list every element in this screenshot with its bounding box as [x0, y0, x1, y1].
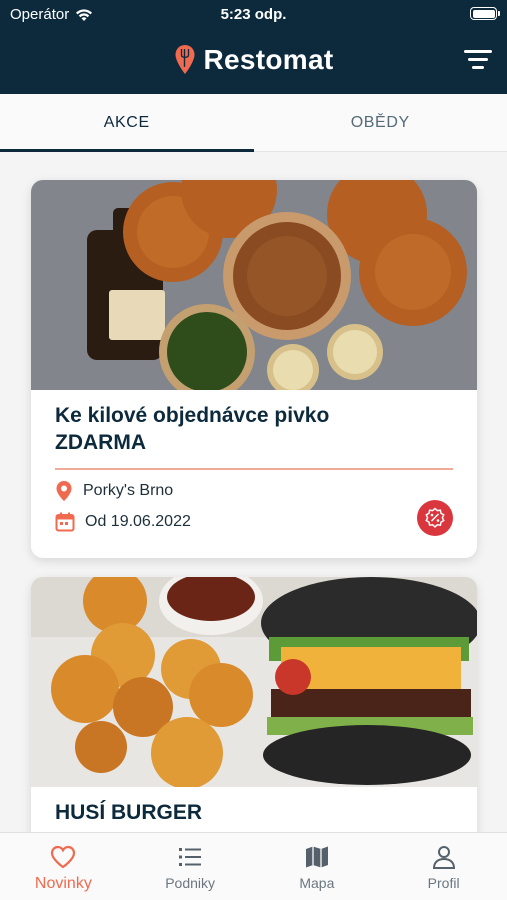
tab-akce[interactable]: AKCE — [0, 94, 254, 152]
nav-novinky[interactable]: Novinky — [0, 833, 127, 900]
app-header: Operátor 5:23 odp. Restomat — [0, 0, 507, 94]
person-icon — [432, 846, 455, 869]
offer-place: Porky's Brno — [83, 482, 174, 499]
offer-photo — [31, 577, 477, 787]
filter-icon — [464, 49, 492, 53]
restomat-logo-icon — [175, 45, 194, 74]
app-title: Restomat — [203, 44, 334, 75]
nav-label: Profil — [427, 875, 460, 891]
offer-card-body: Ke kilové objednávce pivko ZDARMA Porky'… — [31, 390, 477, 536]
filter-icon-line — [472, 65, 484, 69]
battery-icon — [470, 7, 500, 20]
status-bar: Operátor 5:23 odp. — [0, 0, 507, 30]
filter-icon-line — [468, 57, 488, 61]
tab-bar: AKCE OBĚDY — [0, 94, 507, 152]
map-icon — [305, 846, 328, 868]
offer-card[interactable]: Ke kilové objednávce pivko ZDARMA Porky'… — [31, 180, 477, 558]
filter-button[interactable] — [463, 46, 493, 72]
location-pin-icon — [56, 481, 72, 501]
status-time: 5:23 odp. — [220, 6, 287, 23]
brand: Restomat — [0, 42, 507, 78]
nav-label: Podniky — [165, 875, 216, 891]
offer-place-row: Porky's Brno — [55, 480, 453, 502]
tab-obedy[interactable]: OBĚDY — [254, 94, 507, 151]
divider — [55, 468, 453, 470]
offer-title: HUSÍ BURGER — [55, 801, 203, 824]
nav-label: Novinky — [34, 875, 92, 892]
offer-title-line: Ke kilové objednávce pivko — [55, 404, 330, 427]
heart-icon — [51, 845, 76, 869]
offer-title: Ke kilové objednávce pivko ZDARMA — [55, 402, 453, 456]
bottom-navigation: Novinky Podniky Mapa Profil — [0, 832, 507, 900]
offer-card-body: HUSÍ BURGER — [31, 787, 477, 826]
offer-photo — [31, 180, 477, 390]
nav-mapa[interactable]: Mapa — [254, 833, 381, 900]
discount-badge[interactable] — [417, 500, 453, 536]
calendar-icon — [55, 512, 75, 532]
offer-date: Od 19.06.2022 — [85, 513, 191, 530]
nav-profil[interactable]: Profil — [380, 833, 507, 900]
offer-title-line: ZDARMA — [55, 431, 146, 454]
offers-feed[interactable]: Ke kilové objednávce pivko ZDARMA Porky'… — [0, 152, 507, 832]
offer-card[interactable]: HUSÍ BURGER — [31, 577, 477, 832]
nav-label: Mapa — [299, 875, 335, 891]
nav-podniky[interactable]: Podniky — [127, 833, 254, 900]
list-icon — [179, 848, 202, 866]
discount-icon — [425, 507, 445, 528]
offer-date-row: Od 19.06.2022 — [55, 512, 453, 532]
